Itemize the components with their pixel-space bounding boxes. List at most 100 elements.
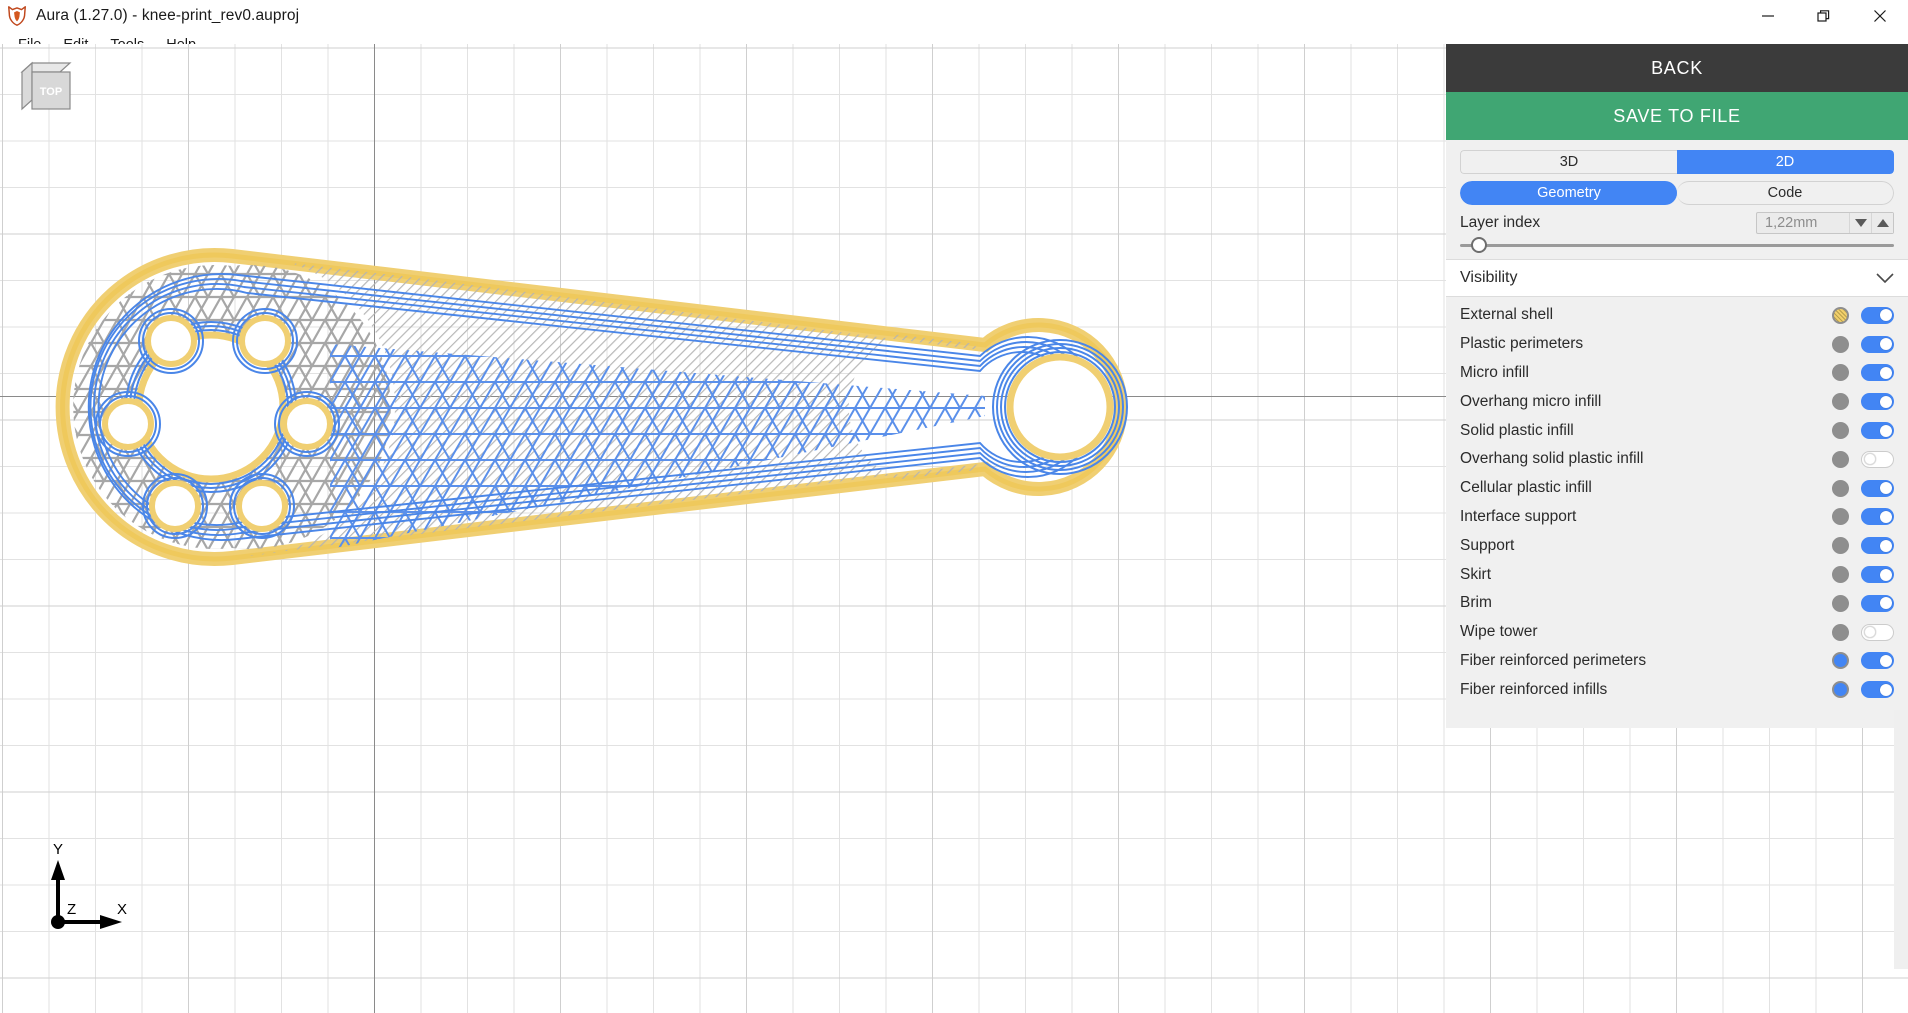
- visibility-row: Micro infill: [1460, 359, 1894, 388]
- layer-index-slider[interactable]: [1460, 237, 1894, 253]
- visibility-row: Plastic perimeters: [1460, 330, 1894, 359]
- layer-index-label: Layer index: [1460, 214, 1541, 231]
- visibility-toggle[interactable]: [1861, 393, 1894, 411]
- toggle-knob: [1880, 482, 1892, 495]
- toggle-knob: [1880, 683, 1892, 696]
- minimize-button[interactable]: [1740, 0, 1796, 32]
- view-mode-2d[interactable]: 2D: [1677, 150, 1894, 174]
- window-title: Aura (1.27.0) - knee-print_rev0.auproj: [36, 6, 300, 24]
- visibility-row: Overhang micro infill: [1460, 387, 1894, 416]
- visibility-toggle[interactable]: [1861, 364, 1894, 382]
- color-swatch-icon[interactable]: [1832, 335, 1849, 353]
- visibility-toggle[interactable]: [1861, 652, 1894, 670]
- visibility-row-label: Overhang micro infill: [1460, 392, 1602, 410]
- visibility-row: Fiber reinforced infills: [1460, 675, 1894, 704]
- view-orientation-cube[interactable]: TOP: [18, 60, 74, 112]
- visibility-row-label: Fiber reinforced infills: [1460, 680, 1608, 698]
- visibility-toggle[interactable]: [1861, 479, 1894, 497]
- visibility-row-label: Skirt: [1460, 565, 1491, 583]
- color-swatch-icon[interactable]: [1832, 537, 1849, 555]
- toggle-knob: [1880, 338, 1892, 351]
- visibility-row: Skirt: [1460, 560, 1894, 589]
- visibility-toggle[interactable]: [1861, 508, 1894, 526]
- toggle-knob: [1864, 626, 1876, 639]
- close-button[interactable]: [1852, 0, 1908, 32]
- restore-window-icon: [1817, 10, 1830, 22]
- visibility-row: Fiber reinforced perimeters: [1460, 647, 1894, 676]
- axis-label-y: Y: [53, 841, 63, 858]
- visibility-toggle[interactable]: [1861, 594, 1894, 612]
- visibility-toggle[interactable]: [1861, 335, 1894, 353]
- visibility-row: Solid plastic infill: [1460, 416, 1894, 445]
- view-mode-segmented-control: 3D 2D: [1460, 150, 1894, 174]
- color-swatch-icon[interactable]: [1832, 566, 1849, 584]
- visibility-toggle[interactable]: [1861, 537, 1894, 555]
- visibility-toggle[interactable]: [1861, 566, 1894, 584]
- right-side-panel: BACK SAVE TO FILE 3D 2D Geometry Code La…: [1446, 44, 1908, 729]
- visibility-row-label: Fiber reinforced perimeters: [1460, 651, 1647, 669]
- color-swatch-icon[interactable]: [1832, 594, 1849, 612]
- content-mode-code[interactable]: Code: [1677, 181, 1894, 205]
- visibility-section-header[interactable]: Visibility: [1446, 259, 1908, 297]
- content-mode-geometry[interactable]: Geometry: [1460, 181, 1677, 205]
- visibility-toggle[interactable]: [1861, 306, 1894, 324]
- visibility-row: Brim: [1460, 589, 1894, 618]
- restore-button[interactable]: [1796, 0, 1852, 32]
- color-swatch-icon[interactable]: [1832, 422, 1849, 440]
- color-swatch-icon[interactable]: [1832, 364, 1849, 382]
- panel-bottom-filler: [1446, 714, 1908, 729]
- content-mode-segmented-control: Geometry Code: [1460, 181, 1894, 205]
- visibility-row-label: Brim: [1460, 594, 1492, 612]
- toggle-knob: [1880, 395, 1892, 408]
- color-swatch-icon[interactable]: [1832, 681, 1849, 699]
- color-swatch-icon[interactable]: [1832, 450, 1849, 468]
- layer-index-increment-button[interactable]: [1871, 213, 1893, 233]
- close-icon: [1874, 10, 1886, 22]
- toggle-knob: [1880, 366, 1892, 379]
- layer-index-decrement-button[interactable]: [1849, 213, 1871, 233]
- layer-index-stepper[interactable]: 1,22mm: [1756, 212, 1894, 234]
- color-swatch-icon[interactable]: [1832, 479, 1849, 497]
- visibility-toggle[interactable]: [1861, 450, 1894, 468]
- layer-index-slider-thumb[interactable]: [1470, 237, 1487, 253]
- visibility-row: Overhang solid plastic infill: [1460, 445, 1894, 474]
- visibility-toggle[interactable]: [1861, 681, 1894, 699]
- color-swatch-icon[interactable]: [1832, 623, 1849, 641]
- axis-label-z: Z: [67, 901, 76, 918]
- application-window: Aura (1.27.0) - knee-print_rev0.auproj T…: [0, 0, 1908, 1013]
- color-swatch-icon[interactable]: [1832, 306, 1849, 324]
- visibility-list: External shell Plastic perimeters Micro in…: [1460, 297, 1894, 714]
- visibility-row-label: Support: [1460, 536, 1515, 554]
- view-cube-label: TOP: [40, 86, 62, 98]
- color-swatch-icon[interactable]: [1832, 508, 1849, 526]
- chevron-down-icon: [1854, 219, 1867, 227]
- visibility-row-label: Solid plastic infill: [1460, 421, 1574, 439]
- axis-orientation-gizmo: Y X Z: [51, 841, 127, 929]
- color-swatch-icon[interactable]: [1832, 652, 1849, 670]
- minimize-icon: [1762, 15, 1774, 17]
- chevron-down-icon[interactable]: [1876, 273, 1894, 283]
- back-button[interactable]: BACK: [1446, 44, 1908, 92]
- layer-index-value[interactable]: 1,22mm: [1757, 213, 1849, 233]
- save-to-file-button[interactable]: SAVE TO FILE: [1446, 92, 1908, 140]
- layer-index-row: Layer index 1,22mm: [1460, 212, 1894, 234]
- toggle-knob: [1880, 309, 1892, 322]
- title-bar: Aura (1.27.0) - knee-print_rev0.auproj: [0, 0, 1908, 32]
- view-mode-3d[interactable]: 3D: [1460, 150, 1677, 174]
- visibility-toggle[interactable]: [1861, 422, 1894, 440]
- visibility-row-label: Micro infill: [1460, 363, 1529, 381]
- color-swatch-icon[interactable]: [1832, 393, 1849, 411]
- visibility-row-label: External shell: [1460, 306, 1554, 324]
- visibility-row: Support: [1460, 531, 1894, 560]
- axis-label-x: X: [117, 901, 127, 918]
- window-controls: [1740, 0, 1908, 32]
- panel-body: 3D 2D Geometry Code Layer index 1,22mm V…: [1446, 140, 1908, 715]
- toggle-knob: [1880, 510, 1892, 523]
- visibility-row-label: Wipe tower: [1460, 623, 1538, 641]
- visibility-row: Wipe tower: [1460, 618, 1894, 647]
- toggle-knob: [1880, 424, 1892, 437]
- toggle-knob: [1880, 597, 1892, 610]
- visibility-row-label: Interface support: [1460, 507, 1577, 525]
- visibility-toggle[interactable]: [1861, 623, 1894, 641]
- toggle-knob: [1880, 539, 1892, 552]
